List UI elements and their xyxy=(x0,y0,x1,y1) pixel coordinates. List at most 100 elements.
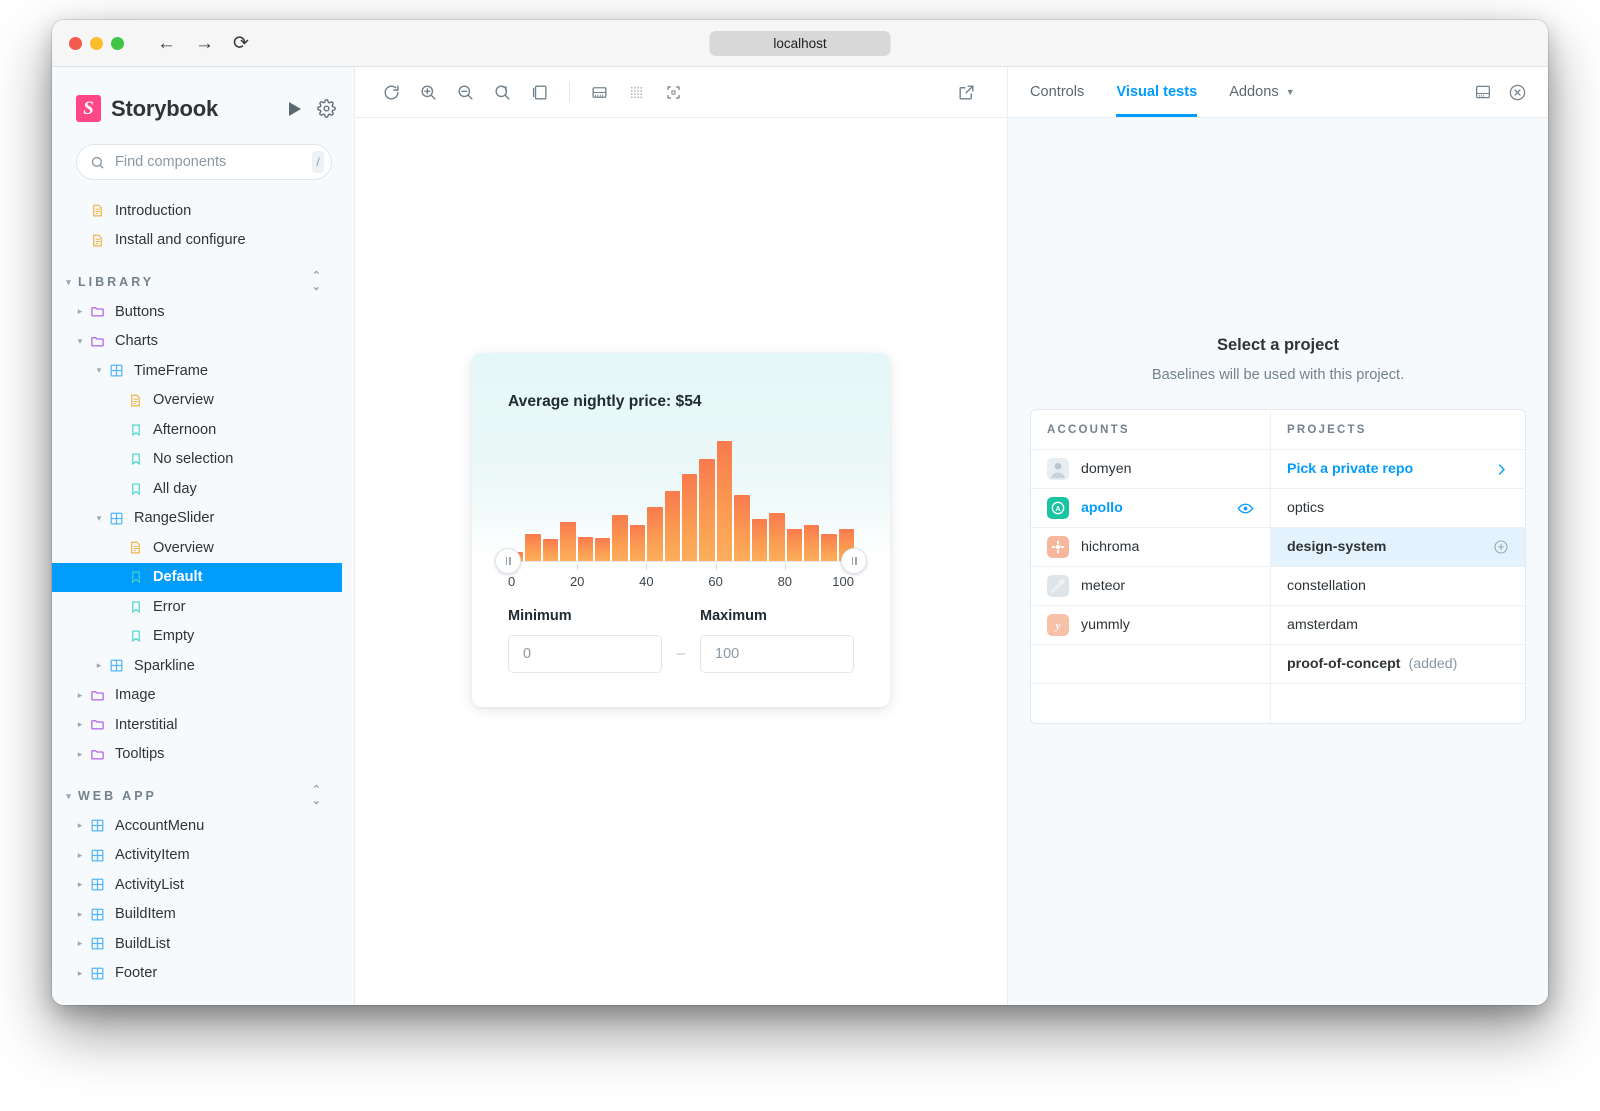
project-name[interactable]: Pick a private repo xyxy=(1287,461,1413,477)
project-cell[interactable]: design-system xyxy=(1271,528,1525,567)
project-cell[interactable]: proof-of-concept (added) xyxy=(1271,645,1525,684)
close-icon[interactable] xyxy=(1500,67,1534,117)
table-row[interactable]: proof-of-concept (added) xyxy=(1031,645,1525,684)
table-row[interactable]: meteor constellation xyxy=(1031,567,1525,606)
address-bar[interactable]: localhost xyxy=(709,30,891,56)
sidebar-item-image[interactable]: ▸ Image xyxy=(52,681,342,711)
panel-position-icon[interactable] xyxy=(1466,67,1500,117)
sidebar-item-empty[interactable]: Empty xyxy=(52,622,342,652)
zoom-in-icon[interactable] xyxy=(410,74,447,111)
eye-icon[interactable] xyxy=(1237,500,1254,517)
sidebar-item-error[interactable]: Error xyxy=(52,592,342,622)
sidebar-item-overview[interactable]: Overview xyxy=(52,533,342,563)
table-row[interactable]: domyen Pick a private repo xyxy=(1031,450,1525,489)
project-cell[interactable]: amsterdam xyxy=(1271,606,1525,645)
caret-icon[interactable]: ▸ xyxy=(74,720,86,729)
caret-icon[interactable]: ▸ xyxy=(74,968,86,978)
sidebar-item-no-selection[interactable]: No selection xyxy=(52,445,342,475)
close-window-button[interactable] xyxy=(69,36,82,50)
sidebar-item-buttons[interactable]: ▸ Buttons xyxy=(52,297,342,327)
zoom-out-icon[interactable] xyxy=(447,74,484,111)
sidebar-item-accountmenu[interactable]: ▸ AccountMenu xyxy=(52,811,342,841)
sidebar-item-all-day[interactable]: All day xyxy=(52,474,342,504)
sidebar-item-buildlist[interactable]: ▸ BuildList xyxy=(52,929,342,959)
caret-icon[interactable]: ▾ xyxy=(93,513,105,523)
project-cell[interactable]: Pick a private repo xyxy=(1271,450,1525,489)
maximum-input[interactable]: 100 xyxy=(700,634,854,673)
caret-icon[interactable]: ▸ xyxy=(74,307,86,316)
caret-icon[interactable]: ▸ xyxy=(74,939,86,948)
account-cell[interactable]: domyen xyxy=(1031,450,1271,489)
play-icon[interactable] xyxy=(289,101,301,116)
sidebar-item-rangeslider[interactable]: ▾ RangeSlider xyxy=(52,504,342,534)
sidebar-item-introduction[interactable]: Introduction xyxy=(52,196,342,226)
outline-icon[interactable] xyxy=(655,74,692,111)
caret-icon[interactable]: ▸ xyxy=(93,661,105,670)
search-input[interactable] xyxy=(115,154,302,170)
back-icon[interactable]: ← xyxy=(157,34,176,53)
measure-icon[interactable] xyxy=(581,74,618,111)
grid-icon[interactable] xyxy=(618,74,655,111)
sidebar-item-tooltips[interactable]: ▸ Tooltips xyxy=(52,740,342,770)
minimize-window-button[interactable] xyxy=(90,36,103,50)
project-name[interactable]: proof-of-concept xyxy=(1287,656,1400,672)
caret-icon[interactable]: ▸ xyxy=(74,821,86,830)
maximize-window-button[interactable] xyxy=(111,36,124,50)
reload-icon[interactable]: ⟳ xyxy=(233,34,249,53)
account-cell[interactable]: meteor xyxy=(1031,567,1271,606)
account-name: meteor xyxy=(1081,578,1126,594)
tab-controls[interactable]: Controls xyxy=(1014,67,1100,117)
expand-collapse-icon[interactable]: ⌃ ⌄ xyxy=(312,271,324,293)
sidebar-item-overview[interactable]: Overview xyxy=(52,386,342,416)
zoom-reset-icon[interactable] xyxy=(484,74,521,111)
chevron-right-icon[interactable] xyxy=(1494,462,1509,477)
account-cell[interactable]: Aapollo xyxy=(1031,489,1271,528)
plus-circle-icon[interactable] xyxy=(1493,539,1509,555)
sidebar-item-footer[interactable]: ▸ Footer xyxy=(52,959,342,989)
expand-collapse-icon[interactable]: ⌃ ⌄ xyxy=(312,785,324,807)
sidebar-item-install-and-configure[interactable]: Install and configure xyxy=(52,226,342,256)
project-cell[interactable]: optics xyxy=(1271,489,1525,528)
tab-visual-tests[interactable]: Visual tests xyxy=(1100,67,1213,117)
sidebar-item-charts[interactable]: ▾ Charts xyxy=(52,327,342,357)
histogram-bar xyxy=(525,534,541,561)
sidebar-item-builditem[interactable]: ▸ BuildItem xyxy=(52,900,342,930)
gear-icon[interactable] xyxy=(317,99,336,118)
sidebar-item-default[interactable]: Default xyxy=(52,562,342,592)
tab-addons[interactable]: Addons ▼ xyxy=(1213,67,1310,117)
sidebar-item-interstitial[interactable]: ▸ Interstitial xyxy=(52,710,342,740)
project-cell[interactable]: constellation xyxy=(1271,567,1525,606)
table-row[interactable]: y yummly amsterdam xyxy=(1031,606,1525,645)
open-in-new-tab-icon[interactable] xyxy=(948,74,985,111)
background-icon[interactable] xyxy=(521,74,558,111)
sidebar-group-library[interactable]: ▾ LIBRARY ⌃ ⌄ xyxy=(52,267,342,297)
sidebar-group-web-app[interactable]: ▾ WEB APP ⌃ ⌄ xyxy=(52,781,342,811)
account-cell[interactable]: y yummly xyxy=(1031,606,1271,645)
caret-icon[interactable]: ▸ xyxy=(74,880,86,889)
project-name[interactable]: design-system xyxy=(1287,539,1386,555)
project-name[interactable]: amsterdam xyxy=(1287,617,1358,633)
search-box[interactable]: / xyxy=(76,144,332,180)
forward-icon[interactable]: → xyxy=(195,34,214,53)
caret-icon[interactable]: ▸ xyxy=(74,690,86,700)
table-row[interactable] xyxy=(1031,684,1525,723)
sidebar-item-sparkline[interactable]: ▸ Sparkline xyxy=(52,651,342,681)
caret-icon[interactable]: ▸ xyxy=(74,850,86,860)
account-cell[interactable]: hichroma xyxy=(1031,528,1271,567)
table-row[interactable]: Aapollo optics xyxy=(1031,489,1525,528)
caret-icon[interactable]: ▾ xyxy=(74,336,86,346)
project-name[interactable]: optics xyxy=(1287,500,1324,516)
sidebar-item-activitylist[interactable]: ▸ ActivityList xyxy=(52,870,342,900)
caret-icon[interactable]: ▸ xyxy=(74,749,86,759)
minimum-input[interactable]: 0 xyxy=(508,634,662,673)
sidebar-item-activityitem[interactable]: ▸ ActivityItem xyxy=(52,841,342,871)
caret-icon[interactable]: ▸ xyxy=(74,909,86,919)
sidebar-item-afternoon[interactable]: Afternoon xyxy=(52,415,342,445)
nav-buttons[interactable]: ← → ⟳ xyxy=(157,34,249,53)
window-controls[interactable] xyxy=(69,36,124,50)
table-row[interactable]: hichroma design-system xyxy=(1031,528,1525,567)
project-name[interactable]: constellation xyxy=(1287,578,1366,594)
sidebar-item-timeframe[interactable]: ▾ TimeFrame xyxy=(52,356,342,386)
caret-icon[interactable]: ▾ xyxy=(93,366,105,375)
remount-icon[interactable] xyxy=(373,74,410,111)
